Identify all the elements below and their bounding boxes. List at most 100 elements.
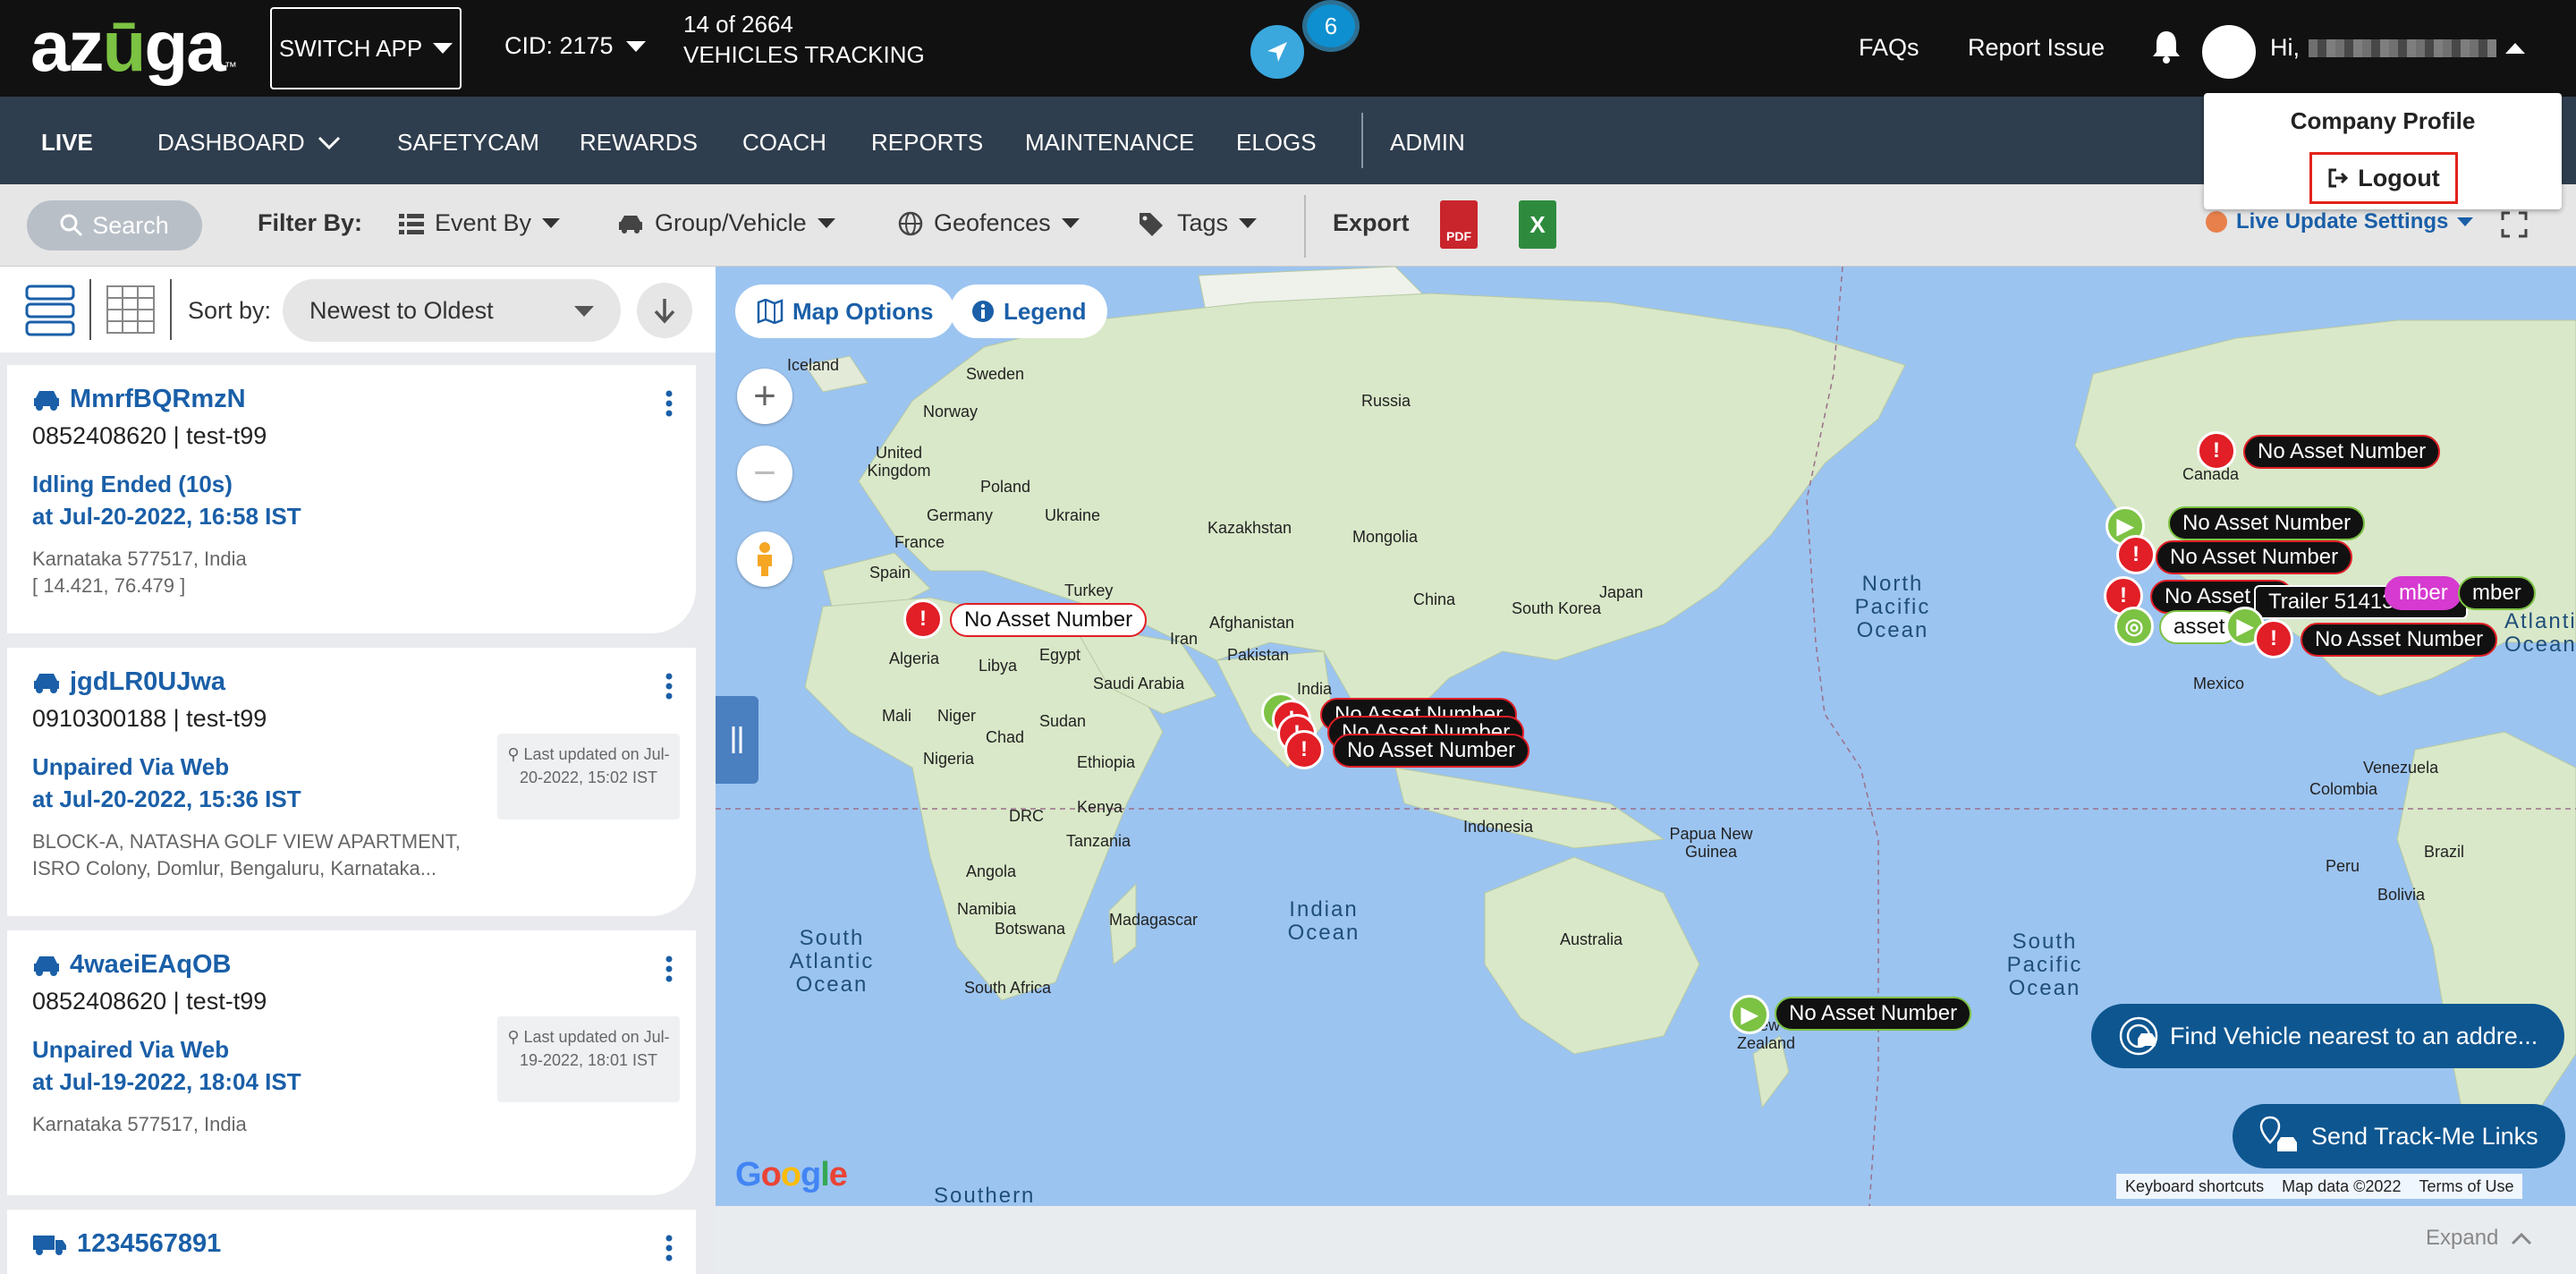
vehicle-card[interactable]: MmrfBQRmzN 0852408620 | test-t99 Idling … <box>7 365 696 633</box>
find-vehicle-nearest-button[interactable]: Find Vehicle nearest to an addre... <box>2091 1004 2565 1068</box>
alert-marker-icon[interactable]: ! <box>2254 619 2293 658</box>
vehicle-name[interactable]: 1234567891 <box>32 1229 221 1259</box>
geofence-marker-icon[interactable]: ◎ <box>2114 607 2154 646</box>
group-vehicle-filter[interactable]: Group/Vehicle <box>617 209 835 237</box>
menu-coach[interactable]: COACH <box>742 129 826 157</box>
alert-marker-icon[interactable]: ! <box>2116 535 2156 574</box>
map-label: Bolivia <box>2377 886 2426 904</box>
chevron-down-icon <box>2457 217 2474 226</box>
grid-view-icon[interactable] <box>106 283 156 336</box>
bell-icon[interactable] <box>2150 29 2182 69</box>
main-menu: LIVE DASHBOARD SAFETYCAM REWARDS COACH R… <box>0 97 2576 184</box>
map-label: Madagascar <box>1109 911 1199 929</box>
menu-elogs[interactable]: ELOGS <box>1236 129 1317 157</box>
menu-maintenance[interactable]: MAINTENANCE <box>1025 129 1194 157</box>
excel-export-icon[interactable]: X <box>1519 200 1556 249</box>
map-label: China <box>1413 590 1456 608</box>
company-profile-link[interactable]: Company Profile <box>2204 107 2562 135</box>
vehicle-card[interactable]: 4waeiEAqOB 0852408620 | test-t99 ⚲ Last … <box>7 930 696 1195</box>
more-options-icon[interactable] <box>665 390 673 417</box>
menu-rewards[interactable]: REWARDS <box>580 129 698 157</box>
address-line: Karnataka 577517, India <box>32 1113 247 1135</box>
asset-marker-label[interactable]: mber <box>2385 576 2462 610</box>
asset-marker-label[interactable]: No Asset Number <box>1775 997 1972 1031</box>
sort-order-select[interactable]: Newest to Oldest <box>283 279 621 342</box>
send-track-me-links-button[interactable]: Send Track-Me Links <box>2233 1104 2565 1168</box>
faqs-link[interactable]: FAQs <box>1859 34 1919 62</box>
sort-direction-button[interactable] <box>637 283 692 338</box>
notification-count-badge[interactable]: 6 <box>1302 0 1360 52</box>
last-updated-box: ⚲ Last updated on Jul-20-2022, 15:02 IST <box>497 734 680 820</box>
map-view[interactable]: Iceland Sweden Norway Russia United King… <box>716 267 2576 1206</box>
event-name: Idling Ended (10s) <box>32 471 233 497</box>
google-logo: Google <box>735 1156 848 1193</box>
report-issue-link[interactable]: Report Issue <box>1968 34 2105 62</box>
expand-button[interactable]: Expand <box>2426 1226 2532 1251</box>
asset-marker-label[interactable]: No Asset Number <box>950 603 1148 637</box>
logout-label: Logout <box>2358 164 2440 191</box>
alert-marker-icon[interactable]: ! <box>1284 730 1324 769</box>
asset-marker-label[interactable]: No Asset Number <box>2243 435 2441 469</box>
event-by-filter[interactable]: Event By <box>399 209 561 237</box>
asset-marker-label[interactable]: No Asset Number <box>2301 623 2498 657</box>
menu-safetycam[interactable]: SAFETYCAM <box>397 129 539 157</box>
navigation-icon[interactable] <box>1250 25 1304 79</box>
map-label: Germany <box>927 506 994 524</box>
keyboard-shortcuts-link[interactable]: Keyboard shortcuts <box>2125 1177 2264 1196</box>
menu-live[interactable]: LIVE <box>41 129 93 157</box>
more-options-icon[interactable] <box>665 956 673 982</box>
alert-marker-icon[interactable]: ! <box>903 599 943 639</box>
car-icon <box>34 956 59 976</box>
globe-icon <box>898 211 923 235</box>
menu-dashboard[interactable]: DASHBOARD <box>157 129 341 157</box>
map-label: Saudi Arabia <box>1093 675 1185 692</box>
list-icon <box>399 213 424 234</box>
more-options-icon[interactable] <box>665 1235 673 1261</box>
zoom-out-button[interactable]: − <box>737 446 792 501</box>
user-menu-toggle[interactable]: Hi, <box>2270 34 2525 62</box>
menu-reports[interactable]: REPORTS <box>871 129 983 157</box>
live-update-settings[interactable]: Live Update Settings <box>2206 209 2474 234</box>
zoom-in-button[interactable]: + <box>737 369 792 424</box>
fullscreen-icon[interactable] <box>2501 211 2528 238</box>
info-icon <box>972 301 994 322</box>
vehicle-name[interactable]: jgdLR0UJwa <box>32 667 225 697</box>
list-view-icon[interactable] <box>25 283 75 336</box>
more-options-icon[interactable] <box>665 673 673 700</box>
address-line: BLOCK-A, NATASHA GOLF VIEW APARTMENT, <box>32 830 461 853</box>
geofences-filter[interactable]: Geofences <box>898 209 1080 237</box>
asset-marker-label[interactable]: No Asset Number <box>1333 734 1530 768</box>
cid-selector[interactable]: CID: 2175 <box>504 32 646 60</box>
panel-resize-handle[interactable] <box>716 696 758 784</box>
avatar[interactable] <box>2202 25 2256 79</box>
alert-marker-icon[interactable]: ! <box>2197 431 2236 471</box>
last-updated-text: Last updated on Jul-20-2022, 15:02 IST <box>519 745 670 786</box>
map-label: Mongolia <box>1352 528 1419 546</box>
map-label: Egypt <box>1039 646 1081 664</box>
azuga-logo[interactable]: azūga™ <box>30 5 237 88</box>
asset-marker-label[interactable]: No Asset Number <box>2168 506 2366 540</box>
tags-filter[interactable]: Tags <box>1138 209 1258 237</box>
vehicle-card[interactable]: jgdLR0UJwa 0910300188 | test-t99 ⚲ Last … <box>7 648 696 916</box>
street-view-pegman-icon[interactable] <box>737 531 792 587</box>
vehicle-marker-icon[interactable]: ▶ <box>1730 995 1769 1034</box>
map-label: Botswana <box>995 920 1066 938</box>
ocean-label: South Atlantic Ocean <box>789 926 875 997</box>
search-button[interactable]: Search <box>27 200 202 251</box>
legend-button[interactable]: Legend <box>950 285 1108 338</box>
switch-app-button[interactable]: SWITCH APP <box>270 7 462 89</box>
vehicle-name[interactable]: MmrfBQRmzN <box>32 385 246 414</box>
map-options-label: Map Options <box>792 297 934 325</box>
vehicle-card[interactable]: 1234567891 <box>7 1210 696 1274</box>
vehicle-name[interactable]: 4waeiEAqOB <box>32 950 232 980</box>
asset-marker-label[interactable]: No Asset Number <box>2156 540 2353 574</box>
terms-of-use-link[interactable]: Terms of Use <box>2419 1177 2513 1196</box>
map-options-button[interactable]: Map Options <box>735 285 955 338</box>
asset-marker-label[interactable]: mber <box>2458 576 2536 610</box>
geofences-label: Geofences <box>934 209 1051 236</box>
menu-admin[interactable]: ADMIN <box>1390 129 1465 157</box>
pdf-export-icon[interactable]: PDF <box>1440 200 1478 249</box>
logout-button[interactable]: Logout <box>2309 152 2458 204</box>
map-label: France <box>894 533 945 551</box>
arrow-down-icon <box>654 299 675 324</box>
